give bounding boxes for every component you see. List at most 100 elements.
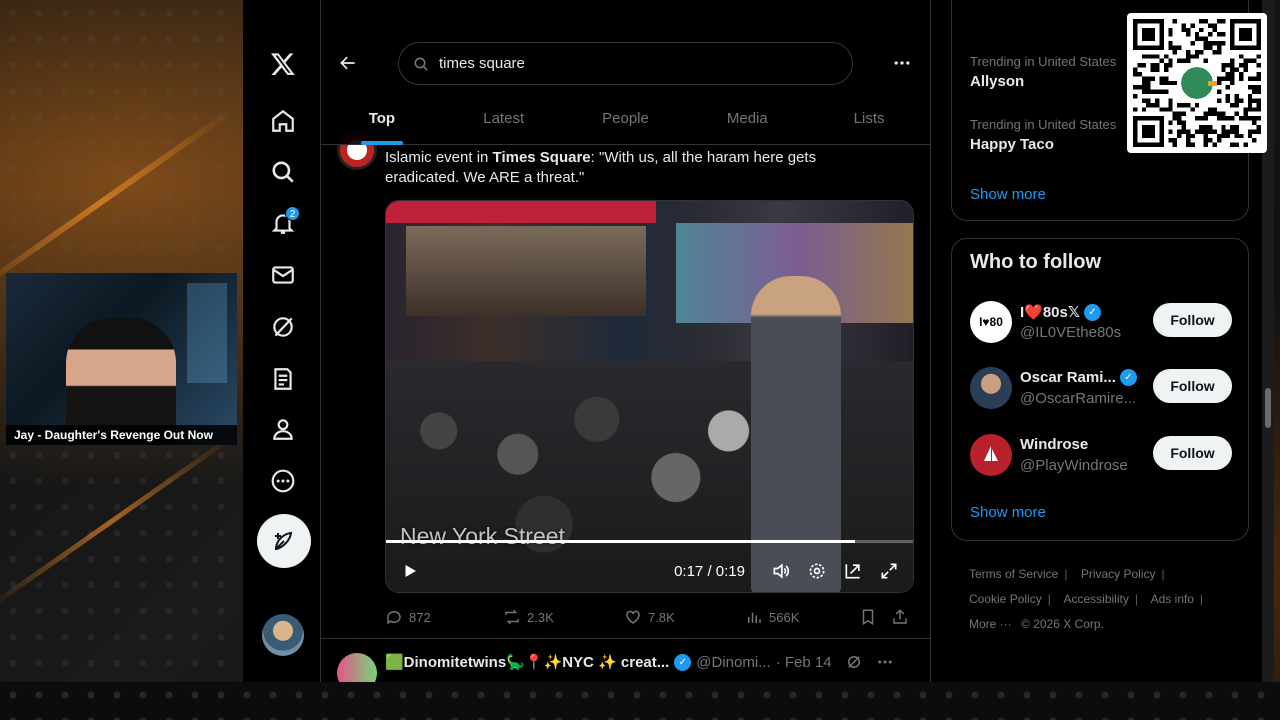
stream-bottom-band <box>0 682 1280 720</box>
video-progress-bar[interactable] <box>386 540 913 543</box>
who-to-follow-card: Who to follow I♥80 I❤️80s𝕏 ✓ @IL0VEthe80s… <box>951 238 1249 541</box>
next-tweet[interactable]: 🟩Dinomitetwins🦕📍✨NYC ✨ creat... ✓ @Dinom… <box>321 638 930 682</box>
views-chart-icon <box>748 612 761 623</box>
grok-icon[interactable] <box>260 304 306 350</box>
tweet-date[interactable]: · Feb 14 <box>776 654 832 671</box>
notification-badge: 2 <box>285 206 300 221</box>
follow-suggestion[interactable]: Oscar Rami... ✓ @OscarRamire... Follow <box>970 367 1232 411</box>
x-app-window: 2 times square Top Latest People Media L… <box>243 0 1266 682</box>
share-icon <box>893 609 907 624</box>
heart-icon <box>626 610 640 624</box>
footer-link[interactable]: Terms of Service <box>969 567 1058 581</box>
sidebar-footer: Terms of Service | Privacy Policy | Cookie… <box>969 567 1204 631</box>
tweet-author-name[interactable]: 🟩Dinomitetwins🦕📍✨NYC ✨ creat... <box>385 653 669 671</box>
trend-name: Happy Taco <box>970 136 1054 153</box>
verified-badge-icon: ✓ <box>1119 369 1137 386</box>
tweet-actions: 872 2.3K 7.8K 566K <box>385 605 915 629</box>
tweet-author-avatar[interactable] <box>337 653 377 682</box>
video-progress-fill <box>386 540 856 543</box>
follow-button[interactable]: Follow <box>1153 303 1232 337</box>
notifications-bell-icon[interactable]: 2 <box>260 200 306 246</box>
trending-show-more-link[interactable]: Show more <box>970 186 1046 203</box>
tab-people[interactable]: People <box>565 98 687 145</box>
more-options-icon[interactable] <box>887 48 917 78</box>
suggestion-avatar[interactable]: I♥80 <box>970 301 1012 343</box>
left-nav: 2 <box>243 0 320 682</box>
suggestion-name[interactable]: I❤️80s𝕏 <box>1020 303 1080 321</box>
tab-latest[interactable]: Latest <box>443 98 565 145</box>
search-icon[interactable] <box>260 149 306 195</box>
verified-badge-icon: ✓ <box>1083 303 1101 321</box>
volume-icon[interactable] <box>769 559 793 583</box>
reply-button[interactable]: 872 <box>385 608 503 626</box>
time-current: 0:17 <box>674 562 704 580</box>
reply-count: 872 <box>409 609 431 625</box>
repost-button[interactable]: 2.3K <box>503 608 624 626</box>
views-button[interactable]: 566K <box>745 608 859 626</box>
back-arrow-icon[interactable] <box>333 48 363 78</box>
suggestion-handle: @IL0VEthe80s <box>1020 324 1122 341</box>
follow-button[interactable]: Follow <box>1153 369 1232 403</box>
video-player[interactable]: New York Street 0:17 / 0:19 <box>385 200 914 593</box>
account-avatar[interactable] <box>262 614 304 656</box>
time-total: 0:19 <box>715 562 745 580</box>
tab-media[interactable]: Media <box>686 98 808 145</box>
share-button[interactable] <box>891 608 909 626</box>
search-input[interactable] <box>439 55 829 72</box>
compose-post-button[interactable] <box>257 514 311 568</box>
search-tabs: Top Latest People Media Lists <box>321 98 930 145</box>
bookmark-button[interactable] <box>859 608 891 626</box>
sailboat-avatar-icon[interactable] <box>970 434 1012 476</box>
suggestion-name[interactable]: Oscar Rami... <box>1020 369 1116 386</box>
video-frame-speaker <box>751 276 841 592</box>
follow-button[interactable]: Follow <box>1153 436 1232 470</box>
footer-link[interactable]: Accessibility <box>1064 592 1129 606</box>
like-count: 7.8K <box>648 609 675 625</box>
suggestion-avatar[interactable] <box>970 367 1012 409</box>
view-count: 566K <box>769 609 800 625</box>
suggestion-name[interactable]: Windrose <box>1020 436 1088 453</box>
video-caption: New York Street <box>400 523 565 549</box>
trend-category: Trending in United States <box>970 54 1117 69</box>
qr-code-overlay <box>1127 13 1267 153</box>
suggestion-handle: @OscarRamire... <box>1020 390 1137 407</box>
grok-icon[interactable] <box>845 653 863 671</box>
scrollbar-thumb[interactable] <box>1265 388 1271 428</box>
home-icon[interactable] <box>260 98 306 144</box>
fullscreen-icon[interactable] <box>877 559 901 583</box>
x-logo-icon[interactable] <box>260 41 306 87</box>
tab-lists[interactable]: Lists <box>808 98 930 145</box>
tweet-header: 🟩Dinomitetwins🦕📍✨NYC ✨ creat... ✓ @Dinom… <box>385 653 915 671</box>
lists-icon[interactable] <box>260 356 306 402</box>
video-controls: 0:17 / 0:19 <box>386 553 913 589</box>
trend-item[interactable]: Trending in United States Happy Taco <box>970 117 1116 153</box>
play-icon[interactable] <box>398 559 422 583</box>
qr-code-icon <box>1133 19 1261 147</box>
tweet-text-highlight: Times Square <box>492 149 591 166</box>
footer-link[interactable]: Ads info <box>1151 592 1194 606</box>
follow-suggestion[interactable]: Windrose @PlayWindrose Follow <box>970 434 1232 478</box>
footer-link[interactable]: Privacy Policy <box>1081 567 1156 581</box>
like-button[interactable]: 7.8K <box>624 608 745 626</box>
tab-top[interactable]: Top <box>321 98 443 145</box>
profile-icon[interactable] <box>260 406 306 452</box>
tweet-more-icon[interactable] <box>876 653 894 671</box>
video-time: 0:17 / 0:19 <box>674 562 745 580</box>
more-circle-icon[interactable] <box>260 458 306 504</box>
search-icon <box>414 57 428 71</box>
tweet-author-handle[interactable]: @Dinomi... <box>696 654 770 671</box>
picture-in-picture-icon[interactable] <box>841 559 865 583</box>
search-box[interactable] <box>398 42 853 85</box>
video-frame-sign <box>386 201 656 223</box>
footer-link[interactable]: Cookie Policy <box>969 592 1042 606</box>
footer-more-link[interactable]: More ··· <box>969 617 1012 631</box>
search-header: Top Latest People Media Lists <box>321 0 930 145</box>
repost-count: 2.3K <box>527 609 554 625</box>
repost-icon <box>505 609 519 625</box>
settings-gear-icon[interactable] <box>805 559 829 583</box>
trend-item[interactable]: Trending in United States Allyson <box>970 54 1116 90</box>
who-to-follow-show-more-link[interactable]: Show more <box>970 504 1046 521</box>
messages-mail-icon[interactable] <box>260 252 306 298</box>
studio-light <box>187 283 227 383</box>
follow-suggestion[interactable]: I♥80 I❤️80s𝕏 ✓ @IL0VEthe80s Follow <box>970 301 1232 345</box>
